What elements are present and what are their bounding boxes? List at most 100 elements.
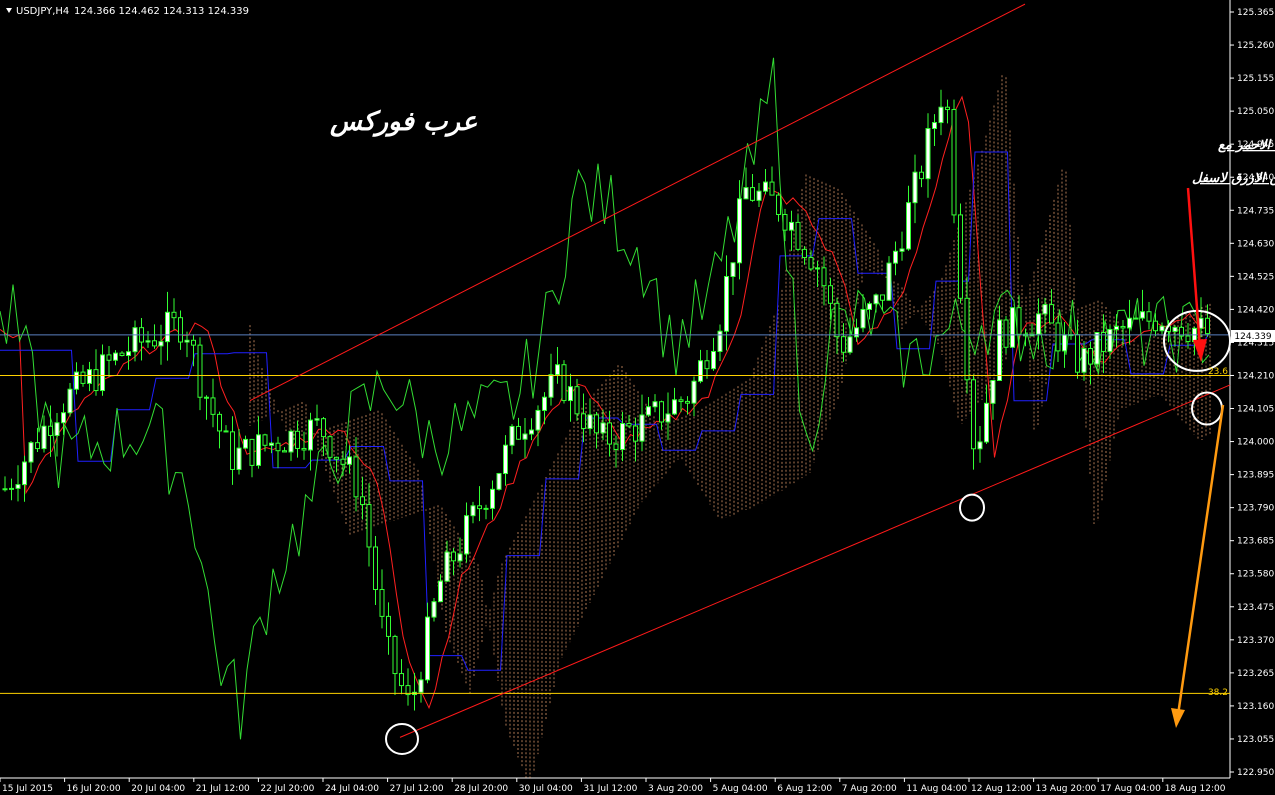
candle-body — [1133, 317, 1139, 320]
candle-body — [971, 379, 976, 450]
candle-body — [633, 425, 638, 442]
candle-body — [178, 317, 183, 343]
candle-body — [230, 431, 235, 470]
candle-body — [243, 438, 248, 449]
candle-body — [334, 456, 339, 460]
candle-body — [386, 615, 391, 637]
candle-body — [67, 388, 73, 414]
candle-body — [444, 551, 450, 582]
candle-body — [152, 340, 157, 347]
candle-body — [665, 413, 671, 423]
candle-body — [659, 401, 664, 423]
candle-body — [646, 406, 651, 416]
candle-body — [704, 360, 710, 370]
candle-body — [925, 128, 931, 180]
candle-body — [795, 221, 801, 250]
candle-body — [1185, 335, 1191, 343]
candle-body — [366, 504, 372, 548]
candle-body — [327, 436, 333, 458]
candle-body — [321, 418, 326, 438]
candle-body — [477, 505, 482, 510]
y-tick-label: 124.000 — [1237, 438, 1274, 448]
candle-body — [61, 412, 66, 424]
candle-body — [353, 456, 359, 498]
current-price-label: 124.339 — [1234, 332, 1271, 342]
candle-body — [938, 106, 944, 124]
candle-body — [236, 447, 242, 470]
candle-body — [756, 190, 762, 201]
y-tick-label: 123.370 — [1237, 636, 1274, 646]
candle-body — [1146, 311, 1152, 322]
y-tick-label: 123.580 — [1237, 570, 1274, 580]
y-tick-label: 124.630 — [1237, 239, 1274, 249]
candle-body — [509, 425, 515, 446]
candle-body — [106, 354, 112, 361]
x-tick-label: 11 Aug 04:00 — [906, 784, 967, 794]
candle-body — [451, 551, 456, 562]
price-chart[interactable]: 125.365125.260125.155125.050124.945124.8… — [0, 0, 1275, 795]
chart-symbol: USDJPY,H4 — [16, 6, 69, 17]
candle-body — [808, 257, 814, 270]
candle-body — [301, 447, 307, 451]
candle-body — [997, 319, 1002, 381]
candle-body — [399, 673, 404, 687]
candle-body — [1062, 334, 1067, 352]
candle-body — [639, 414, 645, 442]
y-tick-label: 125.155 — [1237, 74, 1274, 84]
candle-body — [613, 443, 619, 450]
candle-body — [698, 360, 703, 382]
candle-body — [548, 374, 554, 398]
candle-body — [906, 202, 911, 250]
candle-body — [1003, 319, 1009, 348]
candle-body — [282, 450, 287, 453]
candle-body — [945, 106, 950, 111]
candle-body — [360, 496, 365, 506]
candle-body — [288, 430, 294, 453]
candle-body — [269, 442, 274, 446]
candle-body — [782, 213, 788, 231]
candle-body — [171, 311, 177, 319]
candle-body — [854, 327, 859, 338]
candle-body — [691, 380, 697, 404]
candle-body — [373, 546, 378, 591]
candle-body — [711, 350, 716, 370]
candle-body — [15, 484, 21, 489]
x-tick-label: 15 Jul 2015 — [2, 784, 53, 794]
candle-body — [87, 369, 92, 384]
candle-body — [490, 488, 495, 509]
candle-body — [496, 473, 502, 490]
y-tick-label: 123.265 — [1237, 669, 1274, 679]
candle-body — [379, 589, 385, 617]
candle-body — [958, 214, 963, 299]
candle-body — [1049, 304, 1054, 324]
y-tick-label: 124.735 — [1237, 206, 1274, 216]
candle-body — [1081, 348, 1087, 373]
candle-body — [93, 369, 99, 392]
x-tick-label: 7 Aug 20:00 — [842, 784, 897, 794]
candle-body — [951, 109, 957, 216]
chart-ohlc: 124.366 124.462 124.313 124.339 — [74, 6, 249, 17]
candle-body — [418, 679, 424, 693]
candle-body — [750, 187, 755, 201]
x-tick-label: 3 Aug 20:00 — [648, 784, 703, 794]
candle-body — [100, 354, 105, 392]
candle-body — [977, 441, 983, 450]
candle-body — [626, 423, 632, 427]
candle-body — [35, 442, 40, 450]
candle-body — [165, 311, 170, 343]
x-tick-label: 27 Jul 12:00 — [390, 784, 444, 794]
candle-body — [555, 364, 560, 376]
candle-body — [1088, 348, 1093, 365]
candle-body — [763, 181, 768, 192]
x-tick-label: 28 Jul 20:00 — [454, 784, 508, 794]
candle-body — [574, 386, 580, 415]
candle-body — [22, 461, 27, 486]
candle-body — [1036, 313, 1041, 335]
candle-body — [119, 352, 125, 357]
y-tick-label: 124.525 — [1237, 272, 1274, 282]
candle-body — [542, 396, 547, 411]
x-tick-label: 13 Aug 20:00 — [1036, 784, 1097, 794]
candle-body — [1042, 304, 1048, 315]
y-tick-label: 123.475 — [1237, 603, 1274, 613]
candle-body — [873, 294, 879, 305]
